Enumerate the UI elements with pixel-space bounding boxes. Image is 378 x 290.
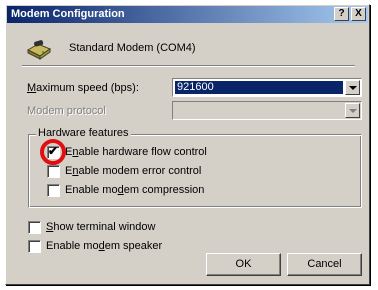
window-title: Modem Configuration: [11, 8, 125, 20]
modem-error-control-checkbox[interactable]: [47, 165, 60, 178]
max-speed-value: 921600: [175, 81, 343, 94]
modem-icon: [26, 40, 52, 60]
modem-error-control-label[interactable]: Enable modem error control: [65, 165, 201, 178]
modem-protocol-dropdown-arrow[interactable]: [345, 103, 360, 118]
modem-compression-label[interactable]: Enable modem compression: [65, 184, 204, 197]
max-speed-dropdown-arrow[interactable]: [345, 80, 360, 95]
hardware-features-title: Hardware features: [36, 127, 131, 140]
show-terminal-window-label[interactable]: Show terminal window: [46, 221, 155, 234]
modem-compression-label-post: em compression: [123, 184, 205, 196]
modem-speaker-label-post: em speaker: [104, 240, 163, 252]
show-terminal-window-checkbox[interactable]: [28, 221, 41, 234]
close-button[interactable]: X: [351, 7, 366, 21]
modem-error-control-label-post: able modem error control: [78, 165, 202, 177]
modem-name: Standard Modem (COM4): [69, 42, 196, 54]
modem-compression-checkbox[interactable]: [47, 184, 60, 197]
max-speed-label: Maximum speed (bps):: [27, 82, 139, 95]
modem-compression-label-pre: Enable mo: [65, 184, 118, 196]
max-speed-label-accel: M: [27, 82, 37, 94]
modem-speaker-label[interactable]: Enable modem speaker: [46, 240, 162, 253]
max-speed-select[interactable]: 921600: [172, 78, 362, 97]
show-terminal-window-label-post: how terminal window: [53, 221, 156, 233]
modem-speaker-checkbox[interactable]: [28, 240, 41, 253]
modem-configuration-dialog: Modem Configuration ? X Standard Modem (…: [5, 4, 370, 285]
max-speed-label-text: aximum speed (bps):: [36, 82, 139, 94]
ok-button[interactable]: OK: [206, 253, 281, 276]
title-bar[interactable]: Modem Configuration ? X: [7, 6, 368, 23]
modem-speaker-label-pre: Enable mo: [46, 240, 99, 252]
modem-protocol-label: Modem protocol: [27, 105, 106, 117]
highlight-circle: [40, 139, 66, 165]
cancel-button[interactable]: Cancel: [287, 253, 362, 276]
modem-protocol-select[interactable]: [172, 101, 362, 120]
help-button[interactable]: ?: [334, 7, 349, 21]
header-divider: [22, 65, 355, 67]
hardware-flow-control-label[interactable]: Enable hardware flow control: [65, 146, 207, 159]
hardware-flow-control-label-post: able hardware flow control: [78, 146, 207, 158]
